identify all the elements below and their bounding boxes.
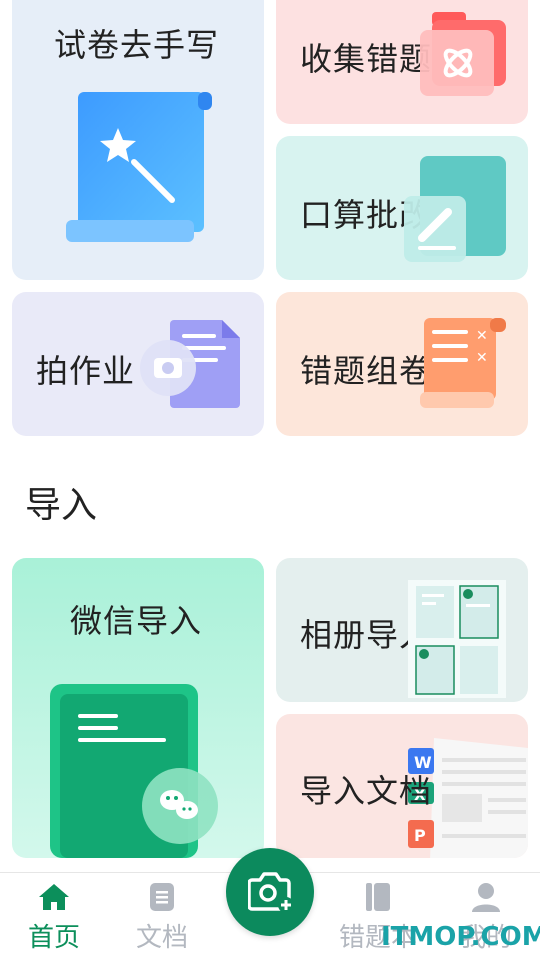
notebook-icon [366,883,390,911]
mental-math-check-card[interactable]: 口算批改 [276,136,528,280]
photo-homework-label: 拍作业 [36,352,136,390]
checklist-scroll-icon: ✕ ✕ [420,318,506,408]
wechat-import-card[interactable]: 微信导入 [12,558,264,858]
nav-home-label: 首页 [27,923,80,953]
nav-home[interactable]: 首页 [0,873,108,960]
compose-mistakes-label: 错题组卷 [300,352,433,390]
document-import-label: 导入文档 [300,772,433,810]
home-icon [39,884,69,910]
nav-documents-label: 文档 [135,923,188,953]
camera-plus-icon [248,872,294,912]
pencil-board-icon [404,156,506,262]
atom-folder-icon [420,12,506,96]
remove-handwriting-card[interactable]: 试卷去手写 [12,0,264,280]
import-section-title: 导入 [25,485,98,526]
ppt-badge: P [414,826,426,845]
svg-text:✕: ✕ [476,328,488,344]
collect-mistakes-card[interactable]: 收集错题 [276,0,528,124]
magic-wand-scroll-icon [66,92,212,242]
album-import-card[interactable]: 相册导入 [276,558,528,702]
photo-grid-icon [408,580,506,698]
home-screen: 试卷去手写 收集错题 口算批改 拍作业 错题组卷 ✕ ✕ 导入 微信导入 相册导… [0,0,540,960]
photo-homework-card[interactable]: 拍作业 [12,292,264,436]
camera-document-icon [140,320,240,408]
watermark: ITMOP.COM [381,922,540,952]
document-import-card[interactable]: W X P 导入文档 [276,714,528,858]
wechat-document-icon [50,684,218,858]
camera-button[interactable] [226,848,314,936]
compose-mistakes-card[interactable]: 错题组卷 ✕ ✕ [276,292,528,436]
user-icon [472,883,500,912]
collect-mistakes-label: 收集错题 [300,40,433,78]
nav-documents[interactable]: 文档 [108,873,216,960]
document-icon [150,883,174,911]
remove-handwriting-label: 试卷去手写 [54,26,220,64]
svg-text:✕: ✕ [476,350,488,366]
wechat-import-label: 微信导入 [70,602,203,640]
